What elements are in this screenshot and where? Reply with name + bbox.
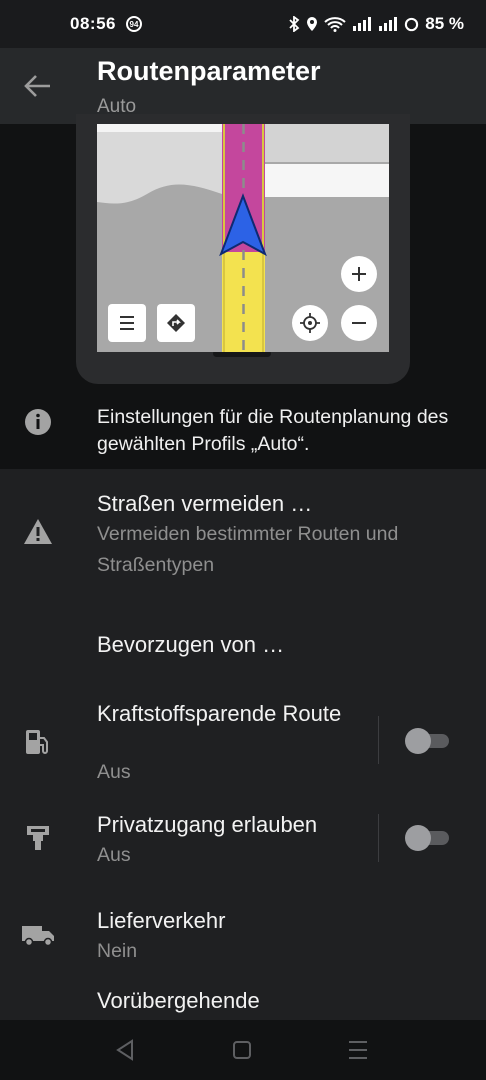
battery-percent: 85 %	[425, 14, 464, 33]
toggle-thumb	[405, 825, 431, 851]
toggle-thumb	[405, 728, 431, 754]
nav-home-icon[interactable]	[232, 1040, 252, 1060]
private-access-toggle[interactable]	[405, 825, 451, 851]
row-title: Vorübergehende	[97, 988, 260, 1013]
temporary-row[interactable]: Vorübergehende	[0, 986, 486, 1020]
map-locate-button	[292, 305, 328, 341]
row-subtitle: Nein	[97, 940, 138, 962]
signal-icon-1	[353, 17, 372, 31]
bluetooth-icon	[289, 16, 300, 32]
map-menu-button	[108, 304, 146, 342]
warning-icon	[24, 519, 52, 544]
notification-badge: 94	[125, 16, 142, 32]
info-icon	[25, 409, 51, 435]
avoid-roads-row[interactable]: Straßen vermeiden … Vermeiden bestimmter…	[0, 486, 486, 582]
delivery-row[interactable]: Lieferverkehr Nein	[0, 906, 486, 968]
row-title: Kraftstoffsparende Route	[97, 701, 342, 726]
info-text: Einstellungen für die Routenplanung des …	[97, 406, 449, 455]
row-subtitle: Aus	[97, 761, 131, 783]
map-zoom-in-button	[341, 256, 377, 292]
row-title: Lieferverkehr	[97, 908, 226, 933]
back-arrow-icon[interactable]	[22, 72, 52, 100]
info-row: Einstellungen für die Routenplanung des …	[0, 404, 486, 469]
page-title: Routenparameter	[97, 56, 321, 86]
private-access-row[interactable]: Privatzugang erlauben Aus	[0, 810, 486, 870]
map-zoom-out-button	[341, 305, 377, 341]
status-time: 08:56	[70, 14, 116, 33]
private-access-icon	[27, 826, 49, 850]
map-directions-button	[157, 304, 195, 342]
system-nav-bar	[0, 1020, 486, 1080]
status-icons: 85 %	[288, 14, 464, 34]
row-subtitle: Aus	[97, 844, 131, 866]
fuel-efficient-row[interactable]: Kraftstoffsparende Route Aus	[0, 698, 486, 790]
fuel-efficient-toggle[interactable]	[405, 728, 451, 754]
wifi-icon	[324, 17, 346, 32]
row-title: Straßen vermeiden …	[97, 491, 313, 516]
signal-icon-2	[379, 17, 398, 31]
status-bar: 08:56 94 85 %	[0, 0, 486, 48]
truck-icon	[22, 926, 54, 947]
map-preview	[97, 124, 389, 352]
row-divider	[378, 814, 379, 862]
prefer-row[interactable]: Bevorzugen von …	[0, 628, 486, 668]
row-divider	[378, 716, 379, 764]
nav-recents-icon[interactable]	[347, 1040, 369, 1060]
row-subtitle: Vermeiden bestimmter Routen und Straßent…	[97, 523, 399, 576]
row-title: Bevorzugen von …	[97, 632, 285, 657]
battery-ring-icon	[405, 17, 419, 31]
row-title: Privatzugang erlauben	[97, 812, 318, 837]
route-preview-illustration: Einstellungen für die Routenplanung des …	[0, 114, 486, 469]
fuel-pump-icon	[26, 730, 48, 754]
location-icon	[307, 17, 318, 31]
app-bar: Routenparameter Auto	[0, 48, 486, 124]
nav-back-icon[interactable]	[115, 1039, 135, 1061]
